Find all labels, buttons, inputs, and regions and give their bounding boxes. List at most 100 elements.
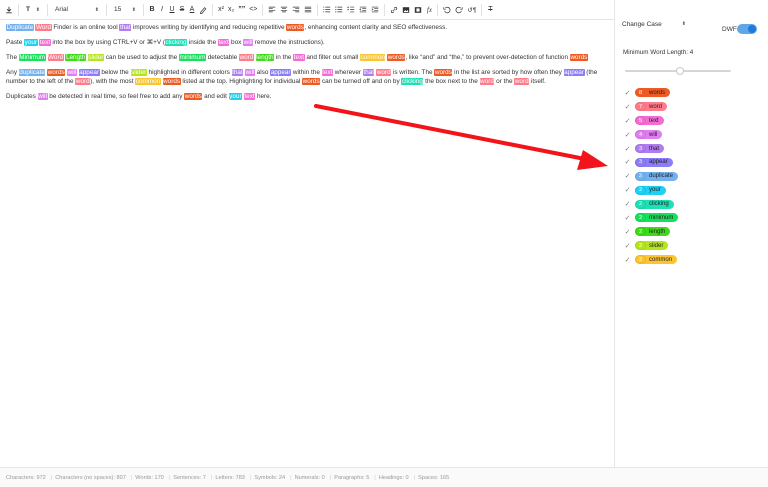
quote-button[interactable]: ””: [236, 0, 247, 20]
word-list-item[interactable]: ✓ 7 word: [623, 100, 763, 114]
checkmark-icon[interactable]: ✓: [623, 214, 632, 222]
editor-paragraph: Duplicate Word Finder is an online tool …: [6, 23, 608, 32]
checkmark-icon[interactable]: ✓: [623, 242, 632, 250]
word-count-badge: 2: [635, 255, 646, 265]
highlight-slider: slider: [87, 54, 105, 61]
word-count-badge: 8: [635, 88, 646, 98]
word-list-item[interactable]: ✓ 2 slider: [623, 239, 763, 253]
align-left-icon[interactable]: [266, 0, 278, 20]
word-pill[interactable]: 2 length: [635, 227, 671, 237]
underline-button[interactable]: U: [167, 0, 177, 20]
slider-thumb[interactable]: [676, 67, 684, 75]
ordered-list-icon[interactable]: [321, 0, 333, 20]
word-list-item[interactable]: ✓ 2 clicking: [623, 197, 763, 211]
align-center-icon[interactable]: [278, 0, 290, 20]
remove-format-button[interactable]: T: [485, 0, 495, 20]
checkmark-icon[interactable]: ✓: [623, 145, 632, 153]
italic-button[interactable]: I: [157, 0, 167, 20]
highlight-that: that: [231, 69, 244, 76]
word-list-item[interactable]: ✓ 8 words: [623, 86, 763, 100]
editor-paragraph: Paste your text into the box by using CT…: [6, 38, 608, 47]
word-pill[interactable]: 8 words: [635, 88, 671, 98]
word-list-item[interactable]: ✓ 3 that: [623, 142, 763, 156]
checkmark-icon[interactable]: ✓: [623, 256, 632, 264]
highlight-will: will: [67, 69, 77, 76]
checkmark-icon[interactable]: ✓: [623, 158, 632, 166]
word-pill[interactable]: 2 slider: [635, 241, 669, 251]
redo-icon[interactable]: [453, 0, 465, 20]
word-list-item[interactable]: ✓ 4 will: [623, 128, 763, 142]
checkmark-icon[interactable]: ✓: [623, 131, 632, 139]
word-pill[interactable]: 2 duplicate: [635, 171, 679, 181]
word-list-item[interactable]: ✓ 2 minimum: [623, 211, 763, 225]
strikethrough-button[interactable]: S: [177, 0, 187, 20]
checkmark-icon[interactable]: ✓: [623, 172, 632, 180]
text-run: listed at the top. Highlighting for indi…: [180, 78, 303, 85]
text-run: in the list are sorted by how often they: [452, 69, 564, 76]
highlight-icon[interactable]: [197, 0, 209, 20]
highlight-text: text: [39, 39, 51, 46]
minimum-word-length-slider[interactable]: [625, 67, 731, 75]
word-list-item[interactable]: ✓ 3 appear: [623, 155, 763, 169]
word-list-item[interactable]: ✓ 5 text: [623, 114, 763, 128]
checklist-icon[interactable]: [345, 0, 357, 20]
superscript-button[interactable]: x²: [216, 0, 226, 20]
checkmark-icon[interactable]: ✓: [623, 103, 632, 111]
word-list-item[interactable]: ✓ 2 length: [623, 225, 763, 239]
word-pill[interactable]: 3 that: [635, 144, 665, 153]
status-stat: Symbols: 24: [254, 474, 286, 481]
editor-toolbar: T ⬍ Arial ⬍ 15 ⬍ B I U S A x² x₂ ”” <> fx ↺…: [0, 0, 614, 20]
undo-icon[interactable]: [441, 0, 453, 20]
text-run: improves writing by identifying and redu…: [131, 24, 287, 31]
status-separator: |: [374, 474, 376, 481]
bold-button[interactable]: B: [147, 0, 157, 20]
status-separator: |: [130, 474, 133, 481]
word-pill[interactable]: 2 common: [635, 255, 678, 265]
word-list-item[interactable]: ✓ 2 common: [623, 253, 763, 267]
change-case-select[interactable]: Change Case ⬍: [619, 17, 689, 31]
word-pill[interactable]: 2 clicking: [635, 199, 674, 209]
font-size-select[interactable]: 15 ⬍: [110, 0, 140, 20]
word-list-item[interactable]: ✓ 2 your: [623, 183, 763, 197]
highlight-appear: appear: [78, 69, 100, 76]
checkmark-icon[interactable]: ✓: [623, 89, 632, 97]
video-icon[interactable]: [412, 0, 424, 20]
text-run: within the: [291, 69, 322, 76]
checkmark-icon[interactable]: ✓: [623, 200, 632, 208]
text-color-button[interactable]: A: [187, 0, 197, 20]
subscript-button[interactable]: x₂: [226, 0, 236, 20]
align-right-icon[interactable]: [290, 0, 302, 20]
checkmark-icon[interactable]: ✓: [623, 186, 632, 194]
font-family-select[interactable]: Arial ⬍: [51, 0, 103, 20]
word-pill[interactable]: 4 will: [635, 130, 663, 140]
highlight-your: your: [24, 39, 38, 46]
text-run: detectable: [205, 54, 239, 61]
heading-select[interactable]: T ⬍: [22, 0, 44, 20]
download-icon[interactable]: [3, 0, 15, 20]
link-icon[interactable]: [388, 0, 400, 20]
word-pill[interactable]: 5 text: [635, 116, 664, 126]
status-separator: |: [168, 474, 171, 481]
clear-pilcrow-icon[interactable]: ↺¶: [465, 0, 478, 20]
text-run: and edit: [202, 93, 229, 100]
text-run: itself.: [529, 78, 546, 85]
highlight-word: word: [376, 69, 392, 76]
dwf-toggle[interactable]: [737, 24, 757, 34]
text-editor[interactable]: Duplicate Word Finder is an online tool …: [0, 20, 614, 467]
word-list-item[interactable]: ✓ 2 duplicate: [623, 169, 763, 183]
highlight-words: words: [47, 69, 66, 76]
code-button[interactable]: <>: [247, 0, 259, 20]
text-run: or the: [494, 78, 515, 85]
bullet-list-icon[interactable]: [333, 0, 345, 20]
checkmark-icon[interactable]: ✓: [623, 228, 632, 236]
word-pill[interactable]: 3 appear: [635, 157, 673, 167]
word-pill[interactable]: 2 minimum: [635, 213, 679, 223]
indent-icon[interactable]: [369, 0, 381, 20]
align-justify-icon[interactable]: [302, 0, 314, 20]
image-icon[interactable]: [400, 0, 412, 20]
word-pill[interactable]: 2 your: [635, 185, 666, 195]
word-pill[interactable]: 7 word: [635, 102, 668, 112]
formula-button[interactable]: fx: [424, 0, 434, 20]
checkmark-icon[interactable]: ✓: [623, 117, 632, 125]
outdent-icon[interactable]: [357, 0, 369, 20]
